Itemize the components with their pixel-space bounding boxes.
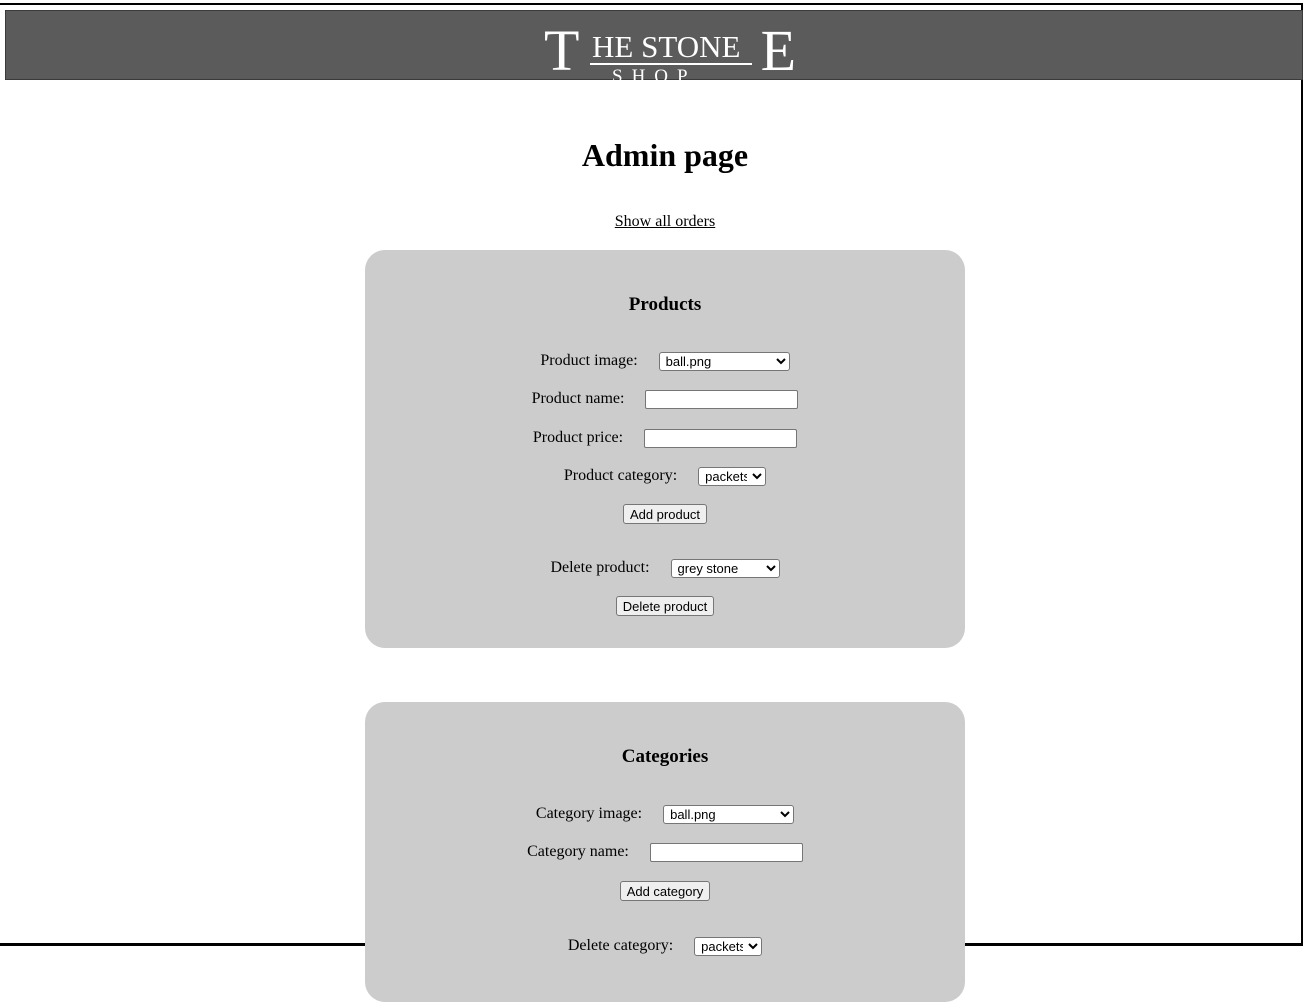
logo-letter-e: E: [760, 18, 796, 83]
delete-product-button-row: Delete product: [365, 595, 965, 617]
window-top-border: [0, 3, 1303, 5]
add-product-row: Add product: [365, 503, 965, 525]
logo-text-bottom: SHOP: [612, 66, 697, 87]
logo-letter-t: T: [544, 18, 580, 83]
product-category-label: Product category:: [563, 467, 678, 484]
logo-text-top: HE STONE: [592, 29, 741, 64]
add-product-button[interactable]: Add product: [622, 504, 708, 525]
product-price-input[interactable]: [644, 428, 798, 448]
product-image-label: Product image:: [540, 352, 638, 369]
page-title: Admin page: [581, 137, 749, 173]
category-image-select[interactable]: ball.png: [663, 804, 795, 824]
category-image-row: Category image: ball.png: [365, 803, 965, 825]
product-price-label: Product price:: [532, 429, 624, 446]
product-name-input[interactable]: [645, 389, 799, 409]
logo-divider: [590, 63, 752, 65]
site-header: T HE STONE SHOP E: [5, 10, 1303, 87]
delete-product-row: Delete product: grey stone: [365, 557, 965, 579]
products-panel: Products Product image: ball.png Product…: [365, 250, 965, 648]
category-name-label: Category name:: [527, 843, 629, 860]
delete-product-button[interactable]: Delete product: [615, 596, 715, 617]
category-image-label: Category image:: [535, 805, 643, 822]
add-category-button[interactable]: Add category: [619, 881, 711, 902]
category-name-row: Category name:: [365, 841, 965, 863]
store-logo[interactable]: T HE STONE SHOP E: [542, 18, 796, 87]
product-image-row: Product image: ball.png: [365, 350, 965, 372]
delete-category-select[interactable]: packets: [694, 936, 763, 956]
product-name-row: Product name:: [365, 388, 965, 410]
delete-category-row: Delete category: packets: [365, 935, 965, 957]
add-category-row: Add category: [365, 880, 965, 902]
categories-panel: Categories Category image: ball.png Cate…: [365, 702, 965, 1002]
product-name-label: Product name:: [531, 390, 625, 407]
show-all-orders-link[interactable]: Show all orders: [0, 212, 1303, 232]
category-name-input[interactable]: [649, 842, 803, 862]
product-price-row: Product price:: [365, 427, 965, 449]
delete-product-label: Delete product:: [550, 559, 650, 576]
categories-heading: Categories: [621, 746, 709, 767]
product-image-select[interactable]: ball.png: [658, 351, 790, 371]
product-category-select[interactable]: packets: [698, 466, 767, 486]
delete-product-select[interactable]: grey stone: [670, 558, 780, 578]
products-heading: Products: [628, 294, 702, 315]
product-category-row: Product category: packets: [365, 465, 965, 487]
